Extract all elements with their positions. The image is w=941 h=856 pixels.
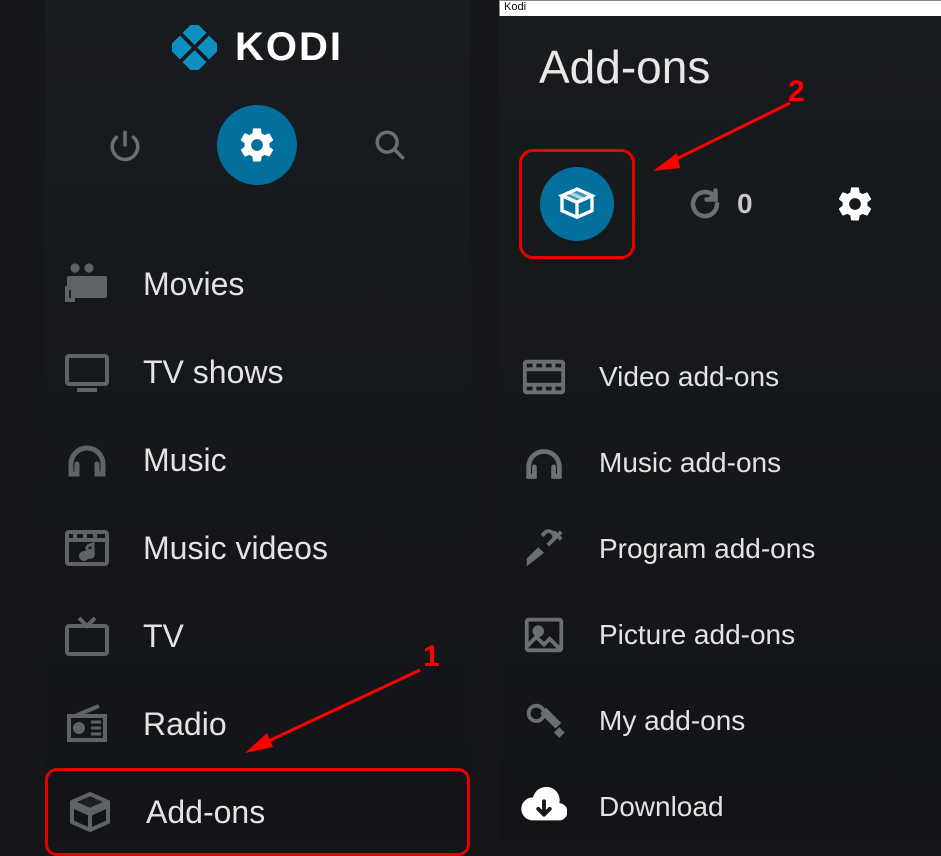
annotation-number-1: 1 [423,640,440,674]
package-installer-button[interactable] [540,167,614,241]
sidebar-item-tvshows[interactable]: TV shows [45,328,470,416]
package-installer-highlight [519,149,635,259]
updates-count: 0 [737,188,753,220]
sidebar-item-label: Add-ons [146,794,265,831]
sidebar-item-label: Radio [143,706,227,743]
addons-box-icon [66,788,114,836]
my-addons-icon [521,698,567,744]
sidebar-item-music[interactable]: Music [45,416,470,504]
addon-categories-list: Video add-ons Music add-ons Program add-… [499,334,941,850]
download-icon [521,784,567,830]
window-titlebar: Kodi [499,0,941,16]
addon-item-label: Picture add-ons [599,619,795,651]
addon-item-label: My add-ons [599,705,745,737]
addon-item-video[interactable]: Video add-ons [499,334,941,420]
sidebar-menu: Movies TV shows Music Music videos TV [45,240,470,856]
power-icon[interactable] [108,128,142,162]
sidebar-item-addons[interactable]: Add-ons [45,768,470,856]
music-addons-icon [521,440,567,486]
addon-item-download[interactable]: Download [499,764,941,850]
tv-icon [63,612,111,660]
kodi-logo-icon [172,25,217,70]
addon-item-label: Video add-ons [599,361,779,393]
updates-group[interactable]: 0 [687,186,753,222]
movies-icon [63,260,111,308]
video-addons-icon [521,354,567,400]
refresh-icon [687,186,723,222]
program-addons-icon [521,526,567,572]
tvshows-icon [63,348,111,396]
sidebar-item-label: Music [143,442,227,479]
addons-settings-icon[interactable] [835,184,875,224]
annotation-arrow-1 [245,665,425,760]
annotation-arrow-2 [650,98,800,178]
sidebar-item-movies[interactable]: Movies [45,240,470,328]
addon-item-picture[interactable]: Picture add-ons [499,592,941,678]
app-name: KODI [235,25,343,70]
musicvideos-icon [63,524,111,572]
picture-addons-icon [521,612,567,658]
addon-item-program[interactable]: Program add-ons [499,506,941,592]
addon-item-label: Music add-ons [599,447,781,479]
addon-item-music[interactable]: Music add-ons [499,420,941,506]
music-icon [63,436,111,484]
search-icon[interactable] [373,128,407,162]
sidebar-item-label: Music videos [143,530,328,567]
top-button-row [45,105,470,185]
brand-row: KODI [45,0,470,70]
addon-item-myaddons[interactable]: My add-ons [499,678,941,764]
sidebar-item-label: TV shows [143,354,283,391]
sidebar-item-label: TV [143,618,184,655]
settings-button[interactable] [217,105,297,185]
sidebar-item-label: Movies [143,266,244,303]
addons-title: Add-ons [499,16,941,104]
addon-item-label: Program add-ons [599,533,815,565]
addon-item-label: Download [599,791,724,823]
sidebar-item-musicvideos[interactable]: Music videos [45,504,470,592]
radio-icon [63,700,111,748]
